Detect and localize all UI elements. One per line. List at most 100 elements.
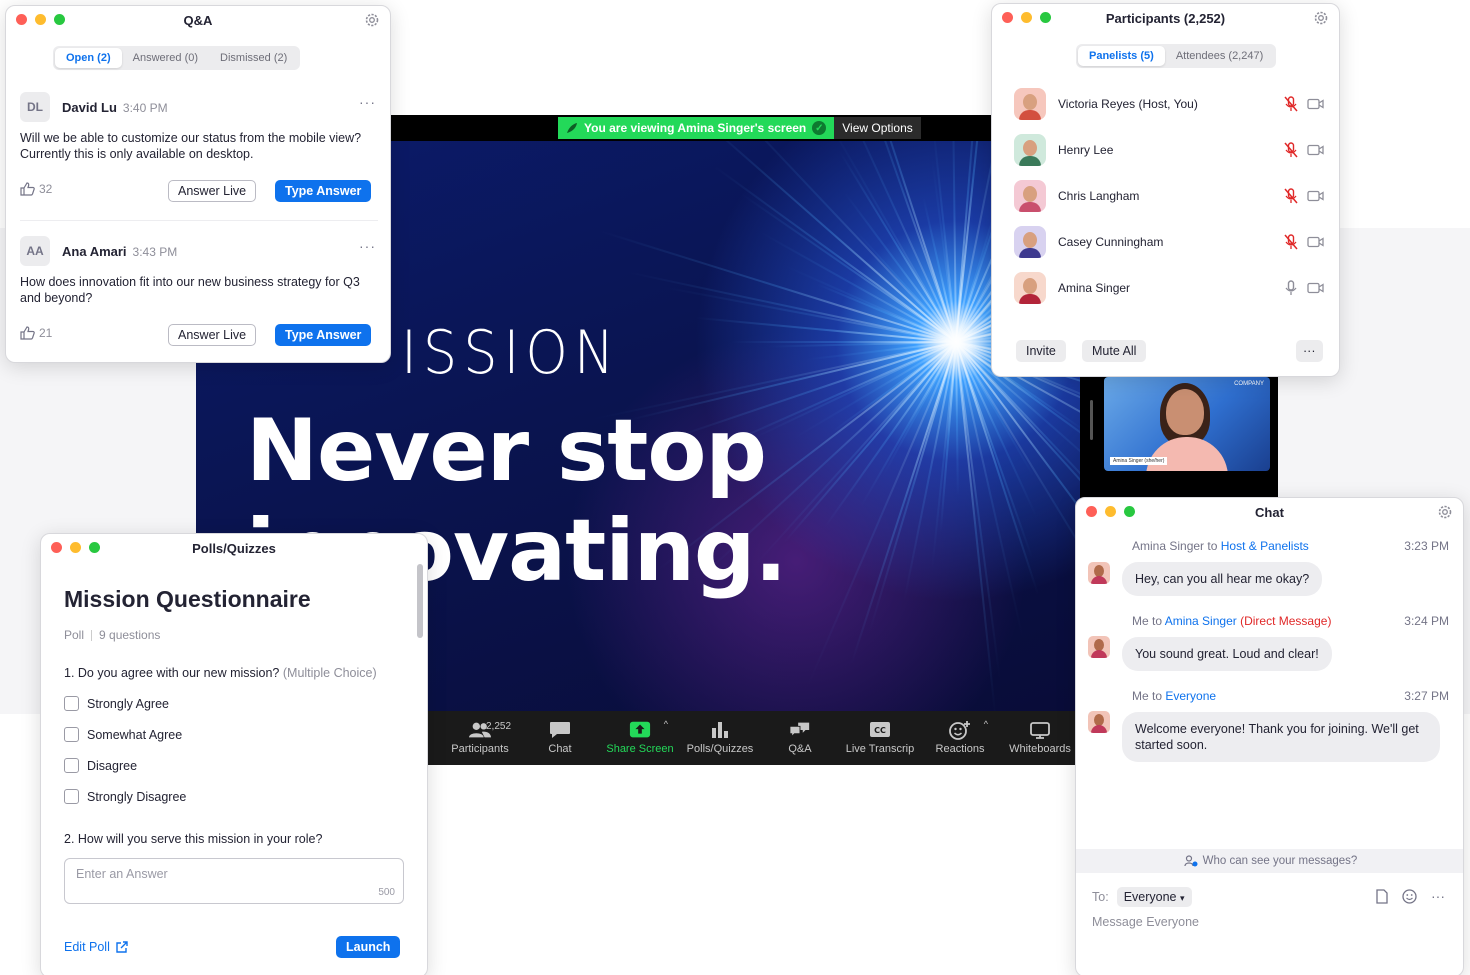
type-answer-button[interactable]: Type Answer [275, 324, 372, 346]
checkbox[interactable] [64, 727, 79, 742]
slide-mission-text: ISSION [401, 317, 621, 388]
video-camera-icon[interactable] [1306, 280, 1324, 296]
type-answer-button[interactable]: Type Answer [275, 180, 372, 202]
to-label: To: [1092, 890, 1109, 904]
qa-button[interactable]: Q&A [760, 711, 840, 765]
checkbox[interactable] [64, 696, 79, 711]
checkbox[interactable] [64, 758, 79, 773]
message-to-word: to [1152, 614, 1163, 628]
message-bubble: Welcome everyone! Thank you for joining.… [1122, 712, 1440, 762]
viewing-indicator: You are viewing Amina Singer's screen ✓ [558, 117, 835, 139]
participants-more-button[interactable]: ··· [1296, 340, 1323, 362]
participants-settings-gear-icon[interactable] [1313, 10, 1329, 26]
qa-tabs: Open (2) Answered (0) Dismissed (2) [53, 46, 301, 70]
whiteboards-label: Whiteboards [1009, 743, 1071, 755]
avatar [1014, 226, 1046, 258]
question-more-icon[interactable]: ··· [359, 94, 376, 110]
participants-button[interactable]: 2,252 Participants [440, 711, 520, 765]
mic-icon[interactable] [1282, 280, 1300, 296]
chat-label: Chat [548, 743, 572, 755]
avatar: DL [20, 92, 50, 122]
tab-answered[interactable]: Answered (0) [122, 48, 209, 68]
edit-poll-link[interactable]: Edit Poll [64, 940, 128, 954]
chat-icon [549, 721, 571, 739]
upvote-button[interactable]: 32 [20, 182, 52, 196]
mic-muted-icon[interactable] [1282, 96, 1300, 112]
invite-button[interactable]: Invite [1016, 340, 1066, 362]
qa-label: Q&A [788, 743, 812, 755]
tab-attendees[interactable]: Attendees (2,247) [1165, 46, 1274, 66]
closed-caption-icon: CC [869, 721, 891, 739]
message-time: 3:27 PM [1404, 689, 1449, 703]
chat-settings-gear-icon[interactable] [1437, 504, 1453, 520]
poll-option[interactable]: Strongly Agree [64, 696, 169, 711]
checkbox[interactable] [64, 789, 79, 804]
mic-muted-icon[interactable] [1282, 234, 1300, 250]
whiteboards-button[interactable]: Whiteboards [1000, 711, 1080, 765]
video-camera-icon[interactable] [1306, 234, 1324, 250]
qa-settings-gear-icon[interactable] [364, 12, 380, 28]
participant-row[interactable]: Casey Cunningham [1014, 224, 1324, 260]
mic-muted-icon[interactable] [1282, 142, 1300, 158]
chat-button[interactable]: Chat [520, 711, 600, 765]
participant-row[interactable]: Victoria Reyes (Host, You) [1014, 86, 1324, 122]
message-time: 3:23 PM [1404, 539, 1449, 553]
share-options-caret-icon[interactable]: ^ [664, 719, 668, 729]
participant-row[interactable]: Amina Singer [1014, 270, 1324, 306]
edit-poll-label: Edit Poll [64, 940, 110, 954]
poll-option[interactable]: Strongly Disagree [64, 789, 186, 804]
answer-live-button[interactable]: Answer Live [168, 180, 257, 202]
file-icon[interactable] [1376, 888, 1388, 904]
upvote-button[interactable]: 21 [20, 326, 52, 340]
participant-tabs: Panelists (5) Attendees (2,247) [1076, 44, 1277, 68]
video-panel-resize-handle[interactable] [1090, 400, 1093, 440]
slide-headline-line1: Never stop [246, 401, 767, 501]
answer-input[interactable]: Enter an Answer 500 [64, 858, 404, 904]
participant-row[interactable]: Henry Lee [1014, 132, 1324, 168]
asker-name: Ana Amari 3:43 PM [62, 244, 177, 259]
message-input[interactable]: Message Everyone [1092, 915, 1199, 929]
participant-name: Chris Langham [1058, 189, 1140, 203]
message-recipient[interactable]: Host & Panelists [1221, 539, 1309, 553]
share-screen-label: Share Screen [606, 743, 674, 755]
video-camera-icon[interactable] [1306, 142, 1324, 158]
tab-panelists[interactable]: Panelists (5) [1078, 46, 1165, 66]
participant-row[interactable]: Chris Langham [1014, 178, 1324, 214]
emoji-icon[interactable] [1402, 888, 1417, 904]
reactions-caret-icon[interactable]: ^ [984, 719, 988, 729]
poll-option[interactable]: Somewhat Agree [64, 727, 182, 742]
polls-window-title: Polls/Quizzes [192, 541, 276, 556]
poll-option[interactable]: Disagree [64, 758, 137, 773]
message-visibility-bar[interactable]: Who can see your messages? [1076, 849, 1463, 873]
message-time: 3:24 PM [1404, 614, 1449, 628]
message-recipient[interactable]: Amina Singer [1165, 614, 1237, 628]
tab-dismissed[interactable]: Dismissed (2) [209, 48, 298, 68]
polls-scrollbar[interactable] [417, 564, 423, 638]
video-person-body [1146, 437, 1228, 471]
view-options-button[interactable]: View Options [834, 117, 921, 139]
question-more-icon[interactable]: ··· [359, 238, 376, 254]
mute-all-button[interactable]: Mute All [1082, 340, 1147, 362]
question-card: AA Ana Amari 3:43 PM ··· How does innovat… [20, 236, 378, 356]
participants-window-title: Participants (2,252) [1105, 11, 1226, 26]
upvote-count: 21 [39, 326, 53, 340]
reactions-button[interactable]: ^ Reactions [920, 711, 1000, 765]
speaker-video-thumbnail[interactable]: COMPANY Amina Singer (she/her) [1104, 377, 1270, 471]
answer-live-button[interactable]: Answer Live [168, 324, 257, 346]
question-time: 3:40 PM [122, 101, 168, 115]
video-camera-icon[interactable] [1306, 188, 1324, 204]
live-transcript-button[interactable]: CC Live Transcrip [840, 711, 920, 765]
message-header: Me to Amina Singer (Direct Message) [1132, 614, 1331, 628]
mic-muted-icon[interactable] [1282, 188, 1300, 204]
recipient-dropdown[interactable]: Everyone ▾ [1116, 887, 1192, 907]
poll-option-label: Strongly Disagree [87, 789, 187, 804]
participant-name: Amina Singer [1058, 281, 1131, 295]
chat-more-icon[interactable]: ··· [1431, 888, 1445, 904]
video-camera-icon[interactable] [1306, 96, 1324, 112]
tab-open[interactable]: Open (2) [55, 48, 122, 68]
message-bubble: Hey, can you all hear me okay? [1122, 562, 1323, 596]
message-recipient[interactable]: Everyone [1165, 689, 1216, 703]
share-screen-button[interactable]: ^ Share Screen [600, 711, 680, 765]
polls-button[interactable]: Polls/Quizzes [680, 711, 760, 765]
launch-button[interactable]: Launch [336, 936, 401, 958]
